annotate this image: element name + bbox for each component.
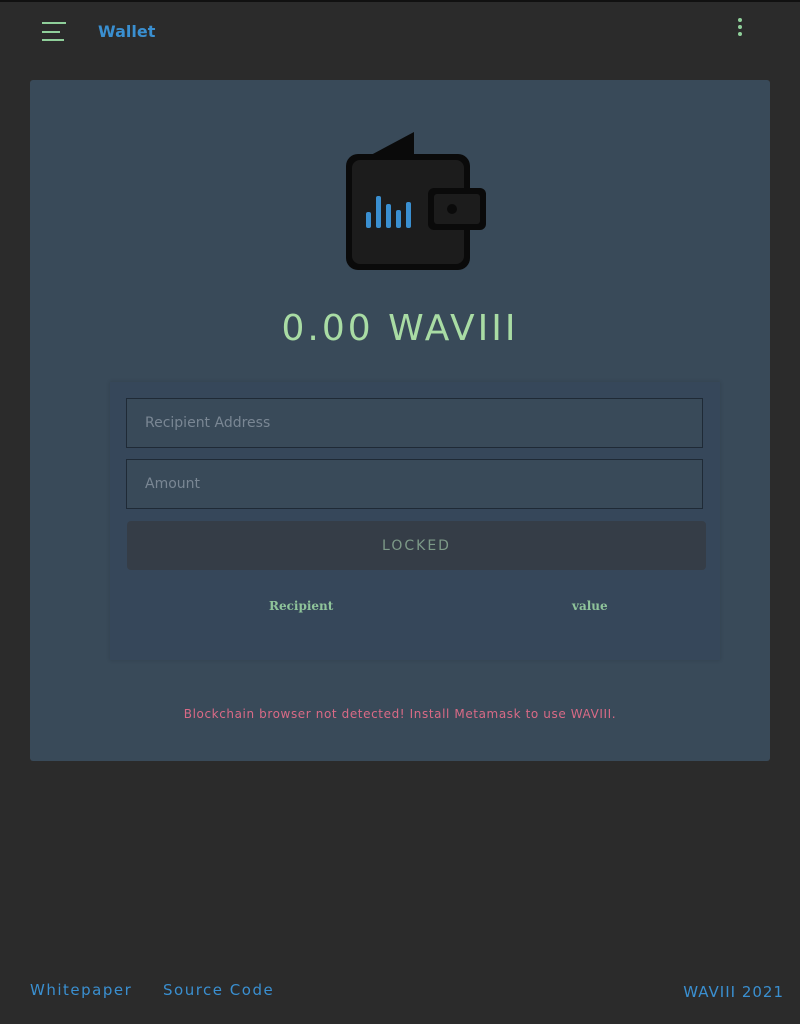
value-column-header: value [572,599,608,613]
recipient-address-input[interactable] [126,398,703,448]
whitepaper-link[interactable]: Whitepaper [30,981,132,999]
app-header: Wallet [0,2,800,62]
locked-button[interactable]: Locked [127,521,706,570]
copyright-text: WAVIII 2021 [683,983,784,1001]
more-vertical-icon[interactable] [734,18,746,40]
page-title: Wallet [98,22,156,41]
source-code-link[interactable]: Source Code [163,981,274,999]
metamask-warning: Blockchain browser not detected! Install… [183,707,617,721]
hamburger-icon[interactable] [42,22,66,42]
amount-input[interactable] [126,459,703,509]
recipient-column-header: Recipient [269,599,334,613]
wallet-icon [346,132,486,270]
wallet-balance: 0.00 WAVIII [281,308,519,349]
